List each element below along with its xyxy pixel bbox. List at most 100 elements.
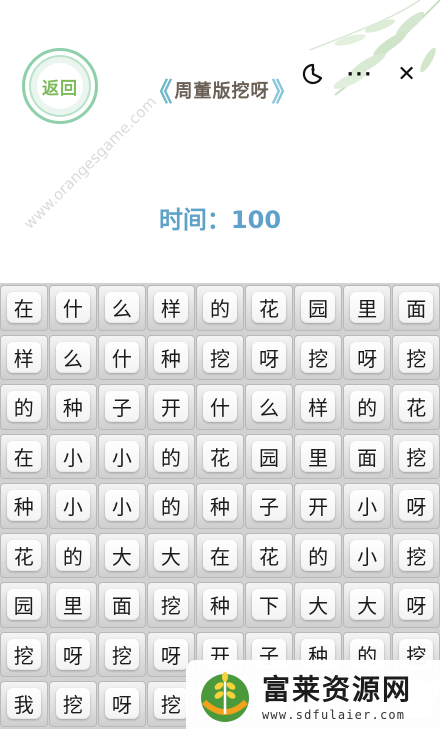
character-tile[interactable]: 小 <box>49 483 97 529</box>
character-tile[interactable]: 的 <box>147 483 195 529</box>
character-tile[interactable]: 种 <box>196 582 244 628</box>
tile-character: 开 <box>301 490 335 522</box>
character-tile[interactable]: 样 <box>147 285 195 331</box>
character-tile[interactable]: 种 <box>196 483 244 529</box>
character-tile[interactable]: 面 <box>98 582 146 628</box>
character-tile[interactable]: 子 <box>245 483 293 529</box>
tile-character: 里 <box>301 440 335 472</box>
character-tile[interactable]: 小 <box>98 433 146 479</box>
character-tile[interactable]: 我 <box>0 681 48 727</box>
character-tile[interactable]: 什 <box>98 334 146 380</box>
level-title: 《 周董版挖呀 》 <box>142 72 302 108</box>
close-button[interactable]: ✕ <box>387 58 427 90</box>
tile-character: 大 <box>301 589 335 621</box>
character-tile[interactable]: 里 <box>294 433 342 479</box>
tile-character: 呀 <box>105 688 139 720</box>
character-tile[interactable]: 小 <box>49 433 97 479</box>
tile-character: 面 <box>399 292 434 324</box>
character-tile[interactable]: 花 <box>392 384 440 430</box>
logo-name: 富莱资源网 <box>262 672 413 706</box>
character-tile[interactable]: 子 <box>98 384 146 430</box>
character-tile[interactable]: 挖 <box>392 532 440 578</box>
tile-character: 的 <box>350 391 384 423</box>
character-tile[interactable]: 开 <box>294 483 342 529</box>
character-tile[interactable]: 花 <box>245 285 293 331</box>
character-tile[interactable]: 开 <box>147 384 195 430</box>
character-tile[interactable]: 花 <box>245 532 293 578</box>
tile-character: 么 <box>105 292 139 324</box>
character-tile[interactable]: 么 <box>49 334 97 380</box>
tile-character: 种 <box>154 341 188 373</box>
character-tile[interactable]: 呀 <box>98 681 146 727</box>
character-tile[interactable]: 什 <box>196 384 244 430</box>
character-tile[interactable]: 在 <box>0 285 48 331</box>
character-tile[interactable]: 花 <box>196 433 244 479</box>
character-tile[interactable]: 挖 <box>294 334 342 380</box>
character-tile[interactable]: 呀 <box>392 483 440 529</box>
character-tile[interactable]: 面 <box>392 285 440 331</box>
character-tile[interactable]: 园 <box>245 433 293 479</box>
character-tile[interactable]: 的 <box>343 384 391 430</box>
character-tile[interactable]: 挖 <box>0 631 48 677</box>
character-tile[interactable]: 挖 <box>98 631 146 677</box>
tile-character: 面 <box>350 440 384 472</box>
character-tile[interactable]: 挖 <box>392 334 440 380</box>
character-tile[interactable]: 的 <box>294 532 342 578</box>
character-tile[interactable]: 的 <box>196 285 244 331</box>
character-tile[interactable]: 里 <box>49 582 97 628</box>
game-icon-button[interactable] <box>293 58 333 90</box>
character-tile[interactable]: 呀 <box>49 631 97 677</box>
character-tile[interactable]: 挖 <box>147 582 195 628</box>
tile-character: 什 <box>55 292 90 324</box>
site-logo: 富莱资源网 www.sdfulaier.com <box>186 660 440 729</box>
tile-character: 的 <box>6 391 41 423</box>
character-tile[interactable]: 么 <box>245 384 293 430</box>
character-tile[interactable]: 呀 <box>245 334 293 380</box>
tile-character: 在 <box>6 292 41 324</box>
wheat-logo-icon <box>201 671 249 722</box>
character-tile[interactable]: 样 <box>294 384 342 430</box>
character-tile[interactable]: 小 <box>343 483 391 529</box>
character-tile[interactable]: 面 <box>343 433 391 479</box>
character-tile[interactable]: 种 <box>0 483 48 529</box>
tile-character: 花 <box>252 539 286 571</box>
tile-character: 园 <box>301 292 335 324</box>
character-tile[interactable]: 种 <box>147 334 195 380</box>
tile-character: 花 <box>252 292 286 324</box>
tile-character: 种 <box>6 490 41 522</box>
character-tile[interactable]: 大 <box>343 582 391 628</box>
character-tile[interactable]: 挖 <box>392 433 440 479</box>
character-tile[interactable]: 挖 <box>196 334 244 380</box>
character-tile[interactable]: 种 <box>49 384 97 430</box>
back-button[interactable]: 返回 <box>22 48 98 124</box>
character-tile[interactable]: 园 <box>294 285 342 331</box>
tile-character: 什 <box>203 391 237 423</box>
character-tile[interactable]: 的 <box>49 532 97 578</box>
character-tile[interactable]: 在 <box>196 532 244 578</box>
character-tile[interactable]: 在 <box>0 433 48 479</box>
character-tile[interactable]: 大 <box>147 532 195 578</box>
character-tile[interactable]: 的 <box>0 384 48 430</box>
character-tile[interactable]: 大 <box>98 532 146 578</box>
character-tile[interactable]: 大 <box>294 582 342 628</box>
tile-character: 的 <box>301 539 335 571</box>
character-tile[interactable]: 小 <box>98 483 146 529</box>
character-tile[interactable]: 呀 <box>343 334 391 380</box>
character-tile[interactable]: 小 <box>343 532 391 578</box>
more-options-button[interactable]: ··· <box>340 58 380 90</box>
character-tile[interactable]: 下 <box>245 582 293 628</box>
character-tile[interactable]: 什 <box>49 285 97 331</box>
tile-character: 呀 <box>252 341 286 373</box>
tile-character: 下 <box>252 589 286 621</box>
character-tile[interactable]: 园 <box>0 582 48 628</box>
character-tile[interactable]: 花 <box>0 532 48 578</box>
character-tile[interactable]: 样 <box>0 334 48 380</box>
tile-character: 种 <box>55 391 90 423</box>
tile-character: 小 <box>350 490 384 522</box>
character-tile[interactable]: 呀 <box>392 582 440 628</box>
character-tile[interactable]: 挖 <box>49 681 97 727</box>
character-tile[interactable]: 里 <box>343 285 391 331</box>
character-tile[interactable]: 的 <box>147 433 195 479</box>
character-tile[interactable]: 么 <box>98 285 146 331</box>
tile-character: 挖 <box>203 341 237 373</box>
